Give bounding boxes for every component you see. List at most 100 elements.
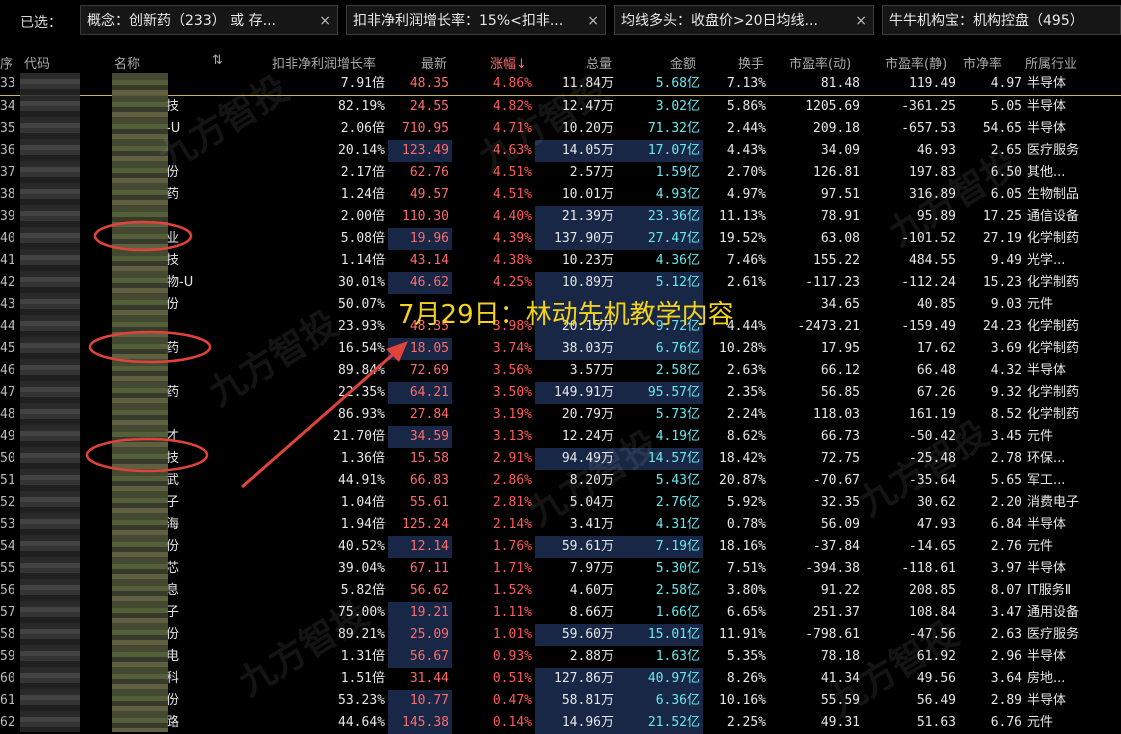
table-row[interactable]: 43 份 50.07% 34.65 40.85 9.03 元件 bbox=[0, 294, 1121, 316]
cell-pe-dynamic: -37.84 bbox=[813, 539, 860, 554]
cell-volume: 4.60万 bbox=[569, 583, 614, 598]
cell-name-tail: 技 bbox=[166, 451, 180, 466]
cell-pb: 15.23 bbox=[982, 275, 1022, 290]
cell-turnover: 11.91% bbox=[719, 627, 766, 642]
cell-amount: 14.57亿 bbox=[617, 448, 703, 470]
table-row[interactable]: 37 份 2.17倍 62.76 4.51% 2.57万 1.59亿 2.70% 126.81 1… bbox=[0, 162, 1121, 184]
header-latest[interactable]: 最新 bbox=[421, 53, 447, 72]
cell-industry: 环保... bbox=[1027, 451, 1066, 466]
header-volume[interactable]: 总量 bbox=[586, 53, 612, 72]
cell-growth: 2.00倍 bbox=[340, 209, 385, 224]
table-row[interactable]: 60 科 1.51倍 31.44 0.51% 127.86万 40.97亿 8.26% 41.3… bbox=[0, 668, 1121, 690]
cell-change: 4.25% bbox=[492, 275, 532, 290]
table-row[interactable]: 35 -U 2.06倍 710.95 4.71% 10.20万 71.32亿 2.44% 209… bbox=[0, 118, 1121, 140]
cell-pe-static: 17.62 bbox=[916, 341, 956, 356]
cell-volume: 2.88万 bbox=[569, 649, 614, 664]
cell-name-tail: 业 bbox=[166, 231, 180, 246]
cell-name-tail: 才 bbox=[166, 429, 180, 444]
close-icon[interactable]: × bbox=[855, 6, 867, 34]
cell-volume: 10.20万 bbox=[561, 121, 614, 136]
cell-amount: 1.59亿 bbox=[655, 165, 700, 180]
cell-amount: 4.19亿 bbox=[655, 429, 700, 444]
cell-growth: 20.14% bbox=[338, 143, 385, 158]
cell-pe-dynamic: 66.73 bbox=[820, 429, 860, 444]
table-row[interactable]: 56 息 5.82倍 56.62 1.52% 4.60万 2.58亿 3.80% 91.22 20… bbox=[0, 580, 1121, 602]
table-row[interactable]: 42 物-U 30.01% 46.62 4.25% 10.89万 5.12亿 2.61% -11… bbox=[0, 272, 1121, 294]
cell-growth: 16.54% bbox=[338, 341, 385, 356]
table-row[interactable]: 33 7.91倍 48.35 4.86% 11.84万 5.68亿 7.13% 81.48 11… bbox=[0, 73, 1121, 96]
cell-industry: 通用设备 bbox=[1027, 605, 1080, 620]
cell-latest: 15.58 bbox=[409, 451, 449, 466]
table-row[interactable]: 40 业 5.08倍 19.96 4.39% 137.90万 27.47亿 19.52% 63.… bbox=[0, 228, 1121, 250]
cell-pe-dynamic: -2473.21 bbox=[797, 319, 860, 334]
header-turnover[interactable]: 换手 bbox=[738, 53, 764, 72]
cell-pe-static: 484.55 bbox=[909, 253, 956, 268]
cell-seq: 35 bbox=[0, 121, 14, 136]
cell-volume: 14.05万 bbox=[535, 140, 617, 162]
table-row[interactable]: 57 子 75.00% 19.21 1.11% 8.66万 1.66亿 6.65% 251.37… bbox=[0, 602, 1121, 624]
table-row[interactable]: 52 子 1.04倍 55.61 2.81% 5.04万 2.76亿 5.92% 32.35 30… bbox=[0, 492, 1121, 514]
header-seq[interactable]: 序 bbox=[0, 53, 13, 72]
cell-volume: 137.90万 bbox=[535, 228, 617, 250]
cell-seq: 56 bbox=[0, 583, 14, 598]
cell-pb: 2.89 bbox=[990, 693, 1022, 708]
header-pe-static[interactable]: 市盈率(静) bbox=[885, 53, 947, 72]
sort-icon[interactable]: ⇅ bbox=[212, 53, 223, 68]
table-row[interactable]: 62 路 44.64% 145.38 0.14% 14.96万 21.52亿 2.25% 49.… bbox=[0, 712, 1121, 734]
header-industry[interactable]: 所属行业 bbox=[1025, 53, 1077, 72]
cell-change: 4.86% bbox=[492, 76, 532, 91]
close-icon[interactable]: × bbox=[587, 6, 599, 34]
filter-chip-growth[interactable]: 扣非净利润增长率：15%<扣非... × bbox=[346, 5, 606, 35]
header-change[interactable]: 涨幅↓ bbox=[490, 53, 527, 72]
code-column-mosaic bbox=[20, 73, 80, 732]
header-growth[interactable]: 扣非净利润增长率 bbox=[272, 53, 376, 72]
cell-growth: 89.21% bbox=[338, 627, 385, 642]
table-row[interactable]: 48 86.93% 27.84 3.19% 20.79万 5.73亿 2.24% 118.03… bbox=[0, 404, 1121, 426]
cell-pe-static: 95.89 bbox=[916, 209, 956, 224]
filter-chip-institution[interactable]: 牛牛机构宝：机构控盘（495） bbox=[882, 5, 1121, 35]
table-row[interactable]: 36 20.14% 123.49 4.63% 14.05万 17.07亿 4.43% 34.0… bbox=[0, 140, 1121, 162]
table-row[interactable]: 58 份 89.21% 25.09 1.01% 59.60万 15.01亿 11.91% -79… bbox=[0, 624, 1121, 646]
cell-latest: 27.84 bbox=[409, 407, 449, 422]
header-amount[interactable]: 金额 bbox=[670, 53, 696, 72]
table-row[interactable]: 44 23.93% 48.35 3.98% 20.15万 9.72亿 4.44% -2473.… bbox=[0, 316, 1121, 338]
cell-amount: 2.58亿 bbox=[655, 363, 700, 378]
table-row[interactable]: 50 技 1.36倍 15.58 2.91% 94.49万 14.57亿 18.42% 72.7… bbox=[0, 448, 1121, 470]
cell-turnover: 10.16% bbox=[719, 693, 766, 708]
cell-seq: 60 bbox=[0, 671, 14, 686]
table-row[interactable]: 47 药 22.35% 64.21 3.50% 149.91万 95.57亿 2.35% 56.… bbox=[0, 382, 1121, 404]
cell-latest: 67.11 bbox=[409, 561, 449, 576]
cell-change: 4.38% bbox=[492, 253, 532, 268]
table-row[interactable]: 59 电 1.31倍 56.67 0.93% 2.88万 1.63亿 5.35% 78.18 61… bbox=[0, 646, 1121, 668]
table-row[interactable]: 54 份 40.52% 12.14 1.76% 59.61万 7.19亿 18.16% -37.… bbox=[0, 536, 1121, 558]
table-row[interactable]: 49 才 21.70倍 34.59 3.13% 12.24万 4.19亿 8.62% 66.73… bbox=[0, 426, 1121, 448]
table-row[interactable]: 46 89.84% 72.69 3.56% 3.57万 2.58亿 2.63% 66.12 66… bbox=[0, 360, 1121, 382]
cell-pe-static: 119.49 bbox=[909, 76, 956, 91]
cell-volume: 8.20万 bbox=[569, 473, 614, 488]
table-row[interactable]: 61 份 53.23% 10.77 0.47% 58.81万 6.36亿 10.16% 55.5… bbox=[0, 690, 1121, 712]
cell-growth: 1.31倍 bbox=[340, 649, 385, 664]
table-row[interactable]: 41 技 1.14倍 43.14 4.38% 10.23万 4.36亿 7.46% 155.22… bbox=[0, 250, 1121, 272]
cell-latest: 62.76 bbox=[409, 165, 449, 180]
close-icon[interactable]: × bbox=[319, 6, 331, 34]
cell-growth: 2.17倍 bbox=[340, 165, 385, 180]
cell-name-tail: 技 bbox=[166, 253, 180, 268]
table-row[interactable]: 34 技 82.19% 24.55 4.82% 12.47万 3.02亿 5.86% 1205.… bbox=[0, 96, 1121, 118]
table-row[interactable]: 51 武 44.91% 66.83 2.86% 8.20万 5.43亿 20.87% -70.6… bbox=[0, 470, 1121, 492]
cell-name-tail: 海 bbox=[166, 517, 180, 532]
header-pb[interactable]: 市净率 bbox=[963, 53, 1002, 72]
table-row[interactable]: 53 海 1.94倍 125.24 2.14% 3.41万 4.31亿 0.78% 56.09 4… bbox=[0, 514, 1121, 536]
table-row[interactable]: 55 芯 39.04% 67.11 1.71% 7.97万 5.30亿 7.51% -394.3… bbox=[0, 558, 1121, 580]
table-row[interactable]: 45 药 16.54% 18.05 3.74% 38.03万 6.76亿 10.28% 17.9… bbox=[0, 338, 1121, 360]
cell-pe-dynamic: 34.09 bbox=[820, 143, 860, 158]
table-row[interactable]: 38 药 1.24倍 49.57 4.51% 10.01万 4.93亿 4.97% 97.51 3… bbox=[0, 184, 1121, 206]
cell-pe-static: 47.93 bbox=[916, 517, 956, 532]
filter-chip-concept[interactable]: 概念：创新药（233） 或 存... × bbox=[80, 5, 338, 35]
header-code[interactable]: 代码 bbox=[24, 53, 50, 72]
cell-volume: 12.47万 bbox=[561, 99, 614, 114]
table-row[interactable]: 39 2.00倍 110.30 4.40% 21.39万 23.36亿 11.13% 78.9… bbox=[0, 206, 1121, 228]
cell-growth: 30.01% bbox=[338, 275, 385, 290]
filter-chip-ma[interactable]: 均线多头：收盘价>20日均线... × bbox=[614, 5, 874, 35]
header-name[interactable]: 名称 bbox=[114, 53, 140, 72]
header-pe-dynamic[interactable]: 市盈率(动) bbox=[789, 53, 851, 72]
